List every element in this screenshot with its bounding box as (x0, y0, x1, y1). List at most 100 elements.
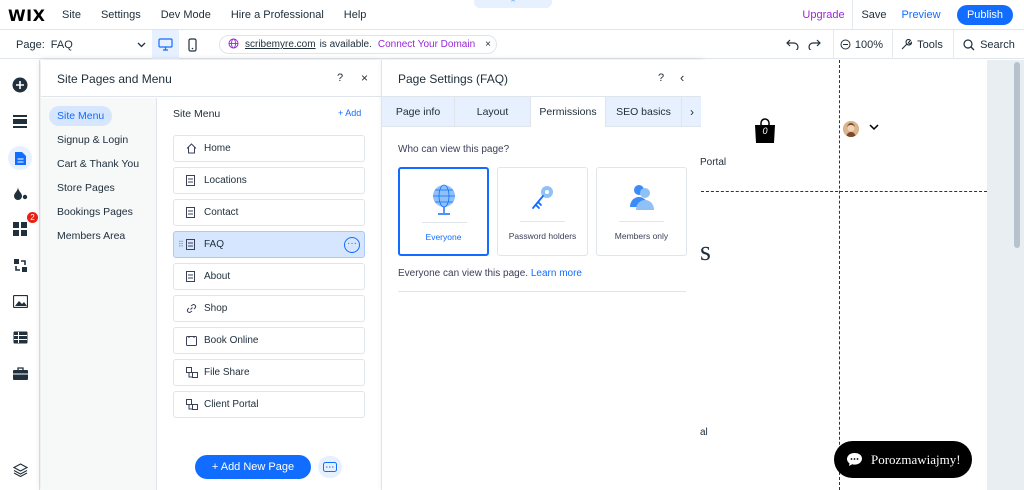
manage-menus-button[interactable] (318, 456, 342, 478)
card-divider (422, 222, 467, 223)
tab-seo-basics[interactable]: SEO basics (606, 97, 682, 127)
category-store-pages[interactable]: Store Pages (49, 178, 123, 198)
card-label: Password holders (508, 231, 577, 241)
page-item-about[interactable]: About (173, 263, 365, 290)
domain-available-text: is available. (319, 39, 372, 50)
chevron-left-icon[interactable]: ‹ (680, 70, 684, 85)
collapse-topbar-tab[interactable]: ^ (474, 0, 552, 8)
learn-more-link[interactable]: Learn more (531, 268, 582, 279)
left-rail: 2 (0, 60, 40, 490)
page-settings-header: Page Settings (FAQ) ? ‹ (382, 60, 701, 97)
chat-button[interactable]: Porozmawiajmy! (834, 441, 972, 478)
upgrade-button[interactable]: Upgrade (795, 0, 853, 30)
desktop-view-button[interactable] (152, 30, 179, 59)
menu-settings-icon (323, 462, 337, 472)
menu-site[interactable]: Site (52, 9, 91, 21)
domain-bar: scribemyre.com is available. Connect You… (219, 35, 497, 54)
close-icon[interactable]: × (485, 39, 491, 50)
preview-button[interactable]: Preview (898, 0, 944, 30)
mobile-view-button[interactable] (179, 30, 206, 59)
add-new-page-button[interactable]: + Add New Page (195, 455, 311, 479)
permission-description: Everyone can view this page. Learn more (398, 268, 582, 279)
layers-button[interactable] (8, 458, 32, 482)
page-item-home[interactable]: Home (173, 135, 365, 162)
wix-logo[interactable]: WIX (8, 6, 45, 25)
tab-permissions[interactable]: Permissions (531, 97, 606, 127)
permission-members-only[interactable]: Members only (596, 167, 687, 256)
undo-button[interactable] (781, 30, 803, 59)
canvas-scrollbar[interactable] (1014, 62, 1020, 248)
permission-password-holders[interactable]: Password holders (497, 167, 588, 256)
drag-handle-icon[interactable]: ⠿ (178, 240, 184, 249)
sections-button[interactable] (8, 109, 32, 133)
page-item-contact[interactable]: Contact (173, 199, 365, 226)
site-pages-panel: Site Pages and Menu ? × Site Menu Signup… (41, 60, 381, 490)
tab-page-info[interactable]: Page info (382, 97, 455, 127)
help-icon[interactable]: ? (337, 72, 343, 84)
page-settings-title: Page Settings (FAQ) (398, 72, 509, 86)
card-divider (619, 221, 664, 222)
tools-button[interactable]: Tools (892, 30, 950, 59)
business-button[interactable] (8, 253, 32, 277)
help-icon[interactable]: ? (658, 72, 664, 84)
redo-button[interactable] (803, 30, 825, 59)
page-item-shop[interactable]: Shop (173, 295, 365, 322)
search-button[interactable]: Search (953, 30, 1024, 59)
portfolio-button[interactable] (8, 361, 32, 385)
menu-settings[interactable]: Settings (91, 9, 151, 21)
connect-domain-link[interactable]: Connect Your Domain (378, 39, 475, 50)
page-item-label: Client Portal (204, 399, 259, 410)
page-item-locations[interactable]: Locations (173, 167, 365, 194)
page-icon (186, 239, 200, 250)
cms-button[interactable] (8, 325, 32, 349)
undo-icon (785, 39, 799, 50)
sections-icon (13, 114, 27, 128)
page-dropdown[interactable]: Page: FAQ (16, 30, 146, 59)
add-icon (12, 77, 28, 93)
cart-icon[interactable]: 0 (754, 118, 776, 147)
editor-toolbar: Page: FAQ scribemyre.com is available. C… (0, 30, 1024, 59)
add-elements-button[interactable] (8, 73, 32, 97)
avatar[interactable] (843, 121, 859, 137)
page-item-label: About (204, 271, 231, 282)
page-item-label: Contact (204, 207, 239, 218)
publish-button[interactable]: Publish (957, 5, 1013, 25)
more-actions-icon[interactable]: ··· (344, 237, 360, 253)
pages-panel-title: Site Pages and Menu (57, 72, 172, 86)
page-settings-panel: Page Settings (FAQ) ? ‹ Page info Layout… (381, 60, 702, 490)
page-value: FAQ (50, 38, 73, 51)
category-signup-login[interactable]: Signup & Login (49, 130, 136, 150)
portfolio-icon (12, 366, 28, 380)
category-bookings-pages[interactable]: Bookings Pages (49, 202, 141, 222)
page-item-book-online[interactable]: Book Online (173, 327, 365, 354)
page-categories: Site Menu Signup & Login Cart & Thank Yo… (41, 98, 157, 490)
page-icon (186, 207, 200, 218)
gridline-vertical (839, 60, 840, 490)
page-item-client-portal[interactable]: Client Portal (173, 391, 365, 418)
menu-help[interactable]: Help (334, 9, 377, 21)
design-button[interactable] (8, 181, 32, 205)
category-cart-thank-you[interactable]: Cart & Thank You (49, 154, 147, 174)
menu-hire-professional[interactable]: Hire a Professional (221, 9, 334, 21)
add-menu-item-link[interactable]: + Add (338, 108, 361, 118)
page-item-file-share[interactable]: File Share (173, 359, 365, 386)
media-button[interactable] (8, 289, 32, 313)
close-icon[interactable]: × (361, 71, 368, 85)
zoom-control[interactable]: 100% (833, 30, 889, 59)
chevron-down-icon[interactable] (869, 123, 879, 134)
site-menu-list: Site Menu + Add Home Locations Contact ⠿… (158, 98, 381, 490)
menu-dev-mode[interactable]: Dev Mode (151, 9, 221, 21)
category-members-area[interactable]: Members Area (49, 226, 133, 246)
domain-name[interactable]: scribemyre.com (245, 39, 316, 50)
permission-everyone[interactable]: Everyone (398, 167, 489, 256)
tab-layout[interactable]: Layout (455, 97, 531, 127)
pages-button[interactable] (8, 146, 32, 170)
top-menu: Site Settings Dev Mode Hire a Profession… (52, 0, 376, 30)
page-item-label: Locations (204, 175, 247, 186)
globe-icon (228, 38, 239, 52)
save-button[interactable]: Save (854, 0, 894, 30)
page-item-faq[interactable]: ⠿ FAQ ··· (173, 231, 365, 258)
page-icon (186, 271, 200, 282)
chevron-right-icon[interactable]: › (682, 97, 702, 127)
category-site-menu[interactable]: Site Menu (49, 106, 113, 126)
